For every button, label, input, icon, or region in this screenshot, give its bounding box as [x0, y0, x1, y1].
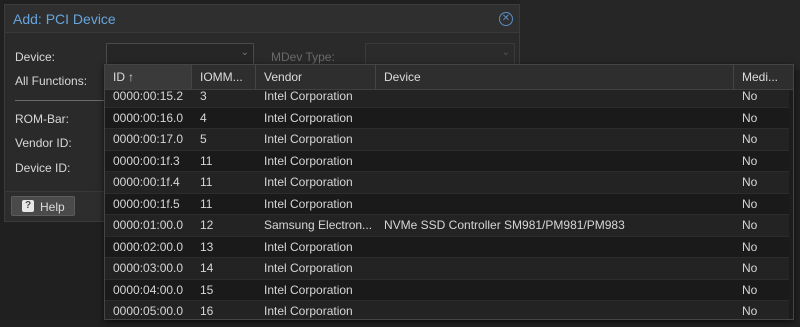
cell-id: 0000:02:00.0 — [113, 239, 184, 254]
cell-device — [376, 237, 734, 258]
mdev-type-combobox[interactable]: ⌄ — [365, 43, 515, 65]
table-row[interactable]: 0000:00:1f.4 11 Intel Corporation No — [105, 172, 793, 194]
cell-vendor: Intel Corporation — [264, 282, 353, 297]
cell-id: 0000:01:00.0 — [113, 218, 184, 232]
cell-vendor: Intel Corporation — [264, 304, 353, 318]
column-header-iommu[interactable]: IOMM... — [192, 65, 256, 89]
cell-iommu: 4 — [200, 110, 207, 125]
grid-scrollbar[interactable] — [789, 90, 793, 319]
table-row[interactable]: 0000:00:16.0 4 Intel Corporation No — [105, 107, 793, 129]
cell-device — [376, 90, 734, 107]
cell-id: 0000:00:15.2 — [113, 90, 184, 103]
cell-mediated: No — [742, 90, 758, 103]
cell-iommu: 3 — [200, 90, 207, 103]
pci-device-picker-grid: ID ↑ IOMM... Vendor Device Medi... 0000:0… — [104, 64, 794, 320]
rom-bar-label: ROM-Bar: — [15, 112, 69, 126]
cell-mediated: No — [742, 261, 758, 275]
table-row[interactable]: 0000:04:00.0 15 Intel Corporation No — [105, 279, 793, 301]
device-id-label: Device ID: — [15, 161, 71, 175]
device-combobox[interactable]: ⌄ — [106, 43, 254, 65]
all-functions-label: All Functions: — [15, 74, 88, 88]
cell-iommu: 11 — [200, 153, 213, 168]
cell-device: NVMe SSD Controller SM981/PM981/PM983 — [384, 218, 625, 232]
cell-vendor: Intel Corporation — [264, 90, 353, 103]
cell-id: 0000:03:00.0 — [113, 261, 184, 275]
device-label: Device: — [15, 50, 56, 64]
table-row[interactable]: 0000:00:1f.5 11 Intel Corporation No — [105, 193, 793, 215]
cell-mediated: No — [742, 282, 758, 297]
cell-iommu: 11 — [200, 196, 213, 211]
table-row[interactable]: 0000:03:00.0 14 Intel Corporation No — [105, 258, 793, 280]
cell-mediated: No — [742, 196, 758, 211]
cell-device — [376, 172, 734, 193]
cell-mediated: No — [742, 110, 758, 125]
cell-iommu: 5 — [200, 132, 207, 146]
column-header-label: IOMM... — [200, 70, 243, 84]
cell-mediated: No — [742, 175, 758, 189]
table-row[interactable]: 0000:05:00.0 16 Intel Corporation No — [105, 301, 793, 319]
cell-mediated: No — [742, 132, 758, 146]
table-row[interactable]: 0000:00:1f.3 11 Intel Corporation No — [105, 150, 793, 172]
mdev-type-label: MDev Type: — [271, 50, 335, 64]
sort-ascending-icon: ↑ — [128, 70, 134, 84]
column-header-id[interactable]: ID ↑ — [105, 65, 192, 89]
cell-iommu: 14 — [200, 261, 214, 275]
divider — [15, 100, 107, 101]
chevron-down-icon[interactable]: ⌄ — [241, 47, 249, 58]
cell-vendor: Intel Corporation — [264, 175, 353, 189]
column-header-device[interactable]: Device — [376, 65, 734, 89]
cell-id: 0000:00:1f.3 — [113, 153, 180, 168]
cell-device — [376, 108, 734, 129]
background-panel — [520, 0, 800, 70]
cell-id: 0000:05:00.0 — [113, 304, 184, 318]
cell-id: 0000:00:1f.5 — [113, 196, 180, 211]
cell-vendor: Intel Corporation — [264, 239, 353, 254]
vendor-id-label: Vendor ID: — [15, 136, 72, 150]
cell-id: 0000:00:17.0 — [113, 132, 184, 146]
cell-device — [376, 194, 734, 215]
dialog-header: Add: PCI Device ✕ — [5, 5, 519, 33]
grid-header: ID ↑ IOMM... Vendor Device Medi... — [105, 65, 793, 90]
cell-vendor: Intel Corporation — [264, 153, 353, 168]
cell-device — [376, 301, 734, 319]
cell-mediated: No — [742, 304, 758, 318]
cell-id: 0000:00:1f.4 — [113, 175, 180, 189]
cell-vendor: Intel Corporation — [264, 132, 353, 146]
cell-iommu: 11 — [200, 175, 213, 189]
column-header-mediated[interactable]: Medi... — [734, 65, 793, 89]
cell-id: 0000:00:16.0 — [113, 110, 184, 125]
cell-vendor: Intel Corporation — [264, 261, 353, 275]
table-row[interactable]: 0000:02:00.0 13 Intel Corporation No — [105, 236, 793, 258]
cell-mediated: No — [742, 153, 758, 168]
cell-iommu: 15 — [200, 282, 214, 297]
close-circle-icon[interactable]: ✕ — [499, 12, 513, 26]
table-row[interactable]: 0000:01:00.0 12 Samsung Electron... NVMe… — [105, 215, 793, 237]
cell-iommu: 16 — [200, 304, 214, 318]
table-row[interactable]: 0000:00:15.2 3 Intel Corporation No — [105, 90, 793, 108]
cell-device — [376, 151, 734, 172]
dialog-title: Add: PCI Device — [13, 11, 116, 27]
column-header-label: ID — [113, 70, 125, 84]
cell-vendor: Samsung Electron... — [264, 218, 373, 232]
cell-device — [376, 258, 734, 279]
column-header-label: Device — [384, 70, 421, 84]
help-button[interactable]: ? Help — [11, 196, 75, 216]
cell-mediated: No — [742, 239, 758, 254]
cell-device — [376, 129, 734, 150]
cell-iommu: 12 — [200, 218, 214, 232]
help-button-label: Help — [40, 200, 65, 214]
grid-body: 0000:00:15.2 3 Intel Corporation No 0000… — [105, 90, 793, 319]
chevron-down-icon[interactable]: ⌄ — [502, 47, 510, 58]
cell-device — [376, 280, 734, 301]
table-row[interactable]: 0000:00:17.0 5 Intel Corporation No — [105, 129, 793, 151]
column-header-label: Medi... — [742, 70, 779, 84]
cell-iommu: 13 — [200, 239, 214, 254]
column-header-vendor[interactable]: Vendor — [256, 65, 376, 89]
cell-mediated: No — [742, 218, 758, 232]
column-header-label: Vendor — [264, 70, 303, 84]
cell-vendor: Intel Corporation — [264, 110, 353, 125]
cell-vendor: Intel Corporation — [264, 196, 353, 211]
cell-id: 0000:04:00.0 — [113, 282, 184, 297]
question-icon: ? — [22, 200, 34, 212]
